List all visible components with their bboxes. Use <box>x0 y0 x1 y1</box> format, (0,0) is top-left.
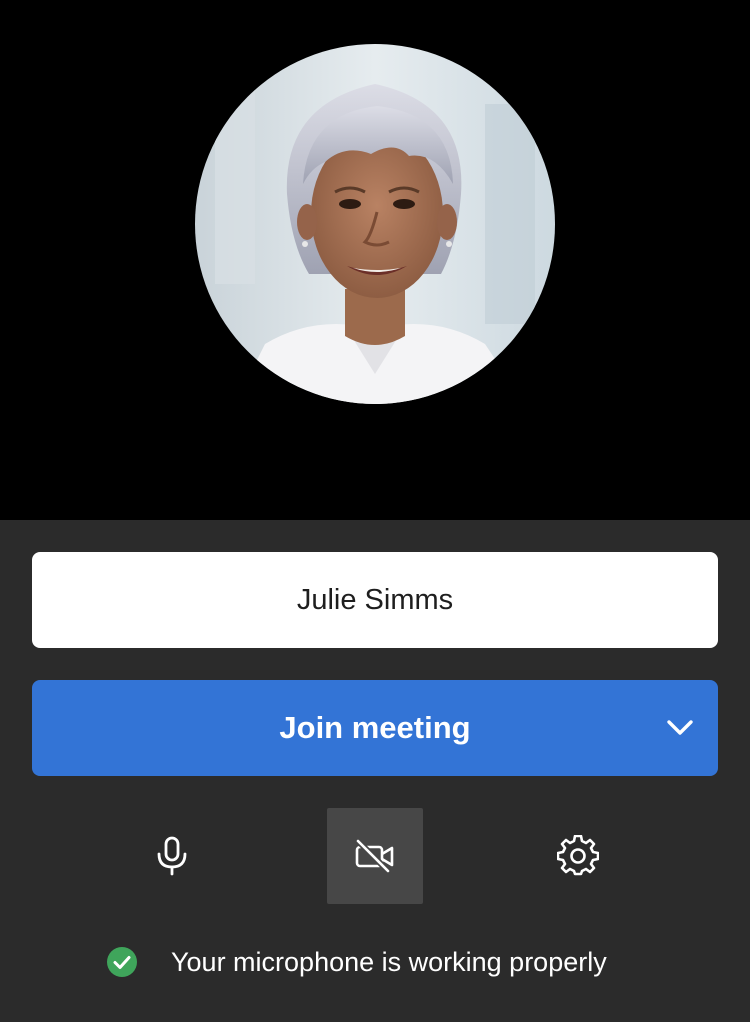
settings-button[interactable] <box>530 808 626 904</box>
camera-off-icon <box>355 838 394 874</box>
avatar <box>195 44 555 404</box>
status-text: Your microphone is working properly <box>171 946 607 977</box>
name-input[interactable] <box>32 582 718 618</box>
microphone-toggle-button[interactable] <box>124 808 220 904</box>
join-options-button[interactable] <box>660 708 700 748</box>
user-photo <box>195 44 555 404</box>
gear-icon <box>557 835 599 876</box>
microphone-icon <box>157 836 187 876</box>
chevron-down-icon <box>667 720 693 735</box>
microphone-status: Your microphone is working properly <box>106 944 607 980</box>
camera-toggle-button[interactable] <box>327 808 423 904</box>
name-field-container[interactable] <box>32 552 718 648</box>
video-preview <box>0 0 750 520</box>
join-meeting-button[interactable]: Join meeting <box>32 680 718 776</box>
join-panel: Join meeting <box>0 520 750 1022</box>
join-meeting-label: Join meeting <box>279 710 471 745</box>
check-circle-icon <box>107 947 137 977</box>
